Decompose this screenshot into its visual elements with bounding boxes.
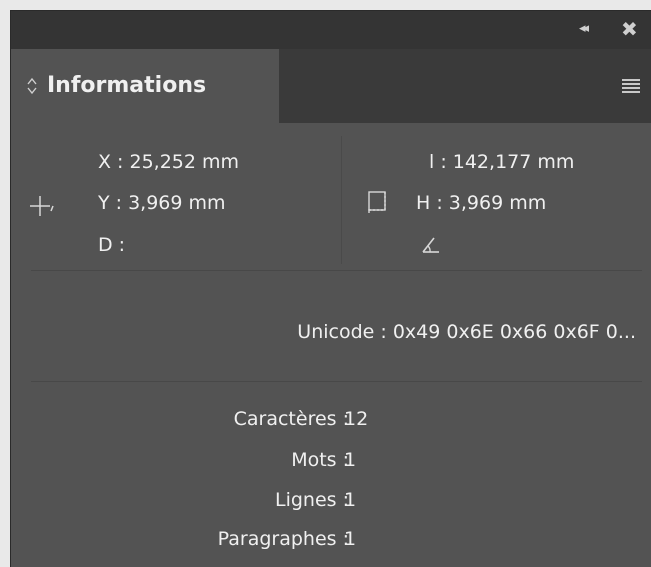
- up-down-arrows-icon: [27, 77, 37, 95]
- x-position: X : 25,252 mm: [98, 151, 240, 173]
- panel-tabbar: Informations: [11, 49, 651, 123]
- info-panel: ◂◂ ✖ Informations X : 25,252 mm Y : 3,96…: [10, 10, 651, 567]
- characters-label: Caractères :: [233, 408, 349, 430]
- lines-value: 1: [344, 489, 357, 511]
- y-position: Y : 3,969 mm: [98, 192, 226, 214]
- lines-label: Lignes :: [275, 489, 349, 511]
- bounding-box-icon: [368, 191, 386, 213]
- section-divider: [31, 381, 642, 382]
- hamburger-menu-icon[interactable]: [622, 79, 640, 93]
- section-divider-vertical: [341, 136, 342, 264]
- height-value: H : 3,969 mm: [416, 192, 547, 214]
- section-divider: [31, 270, 642, 271]
- close-icon[interactable]: ✖: [621, 17, 638, 41]
- words-label: Mots :: [291, 449, 349, 471]
- unicode-value: Unicode : 0x49 0x6E 0x66 0x6F 0...: [297, 321, 636, 343]
- distance: D :: [98, 234, 126, 256]
- tab-informations[interactable]: Informations: [11, 49, 279, 123]
- panel-titlebar: ◂◂ ✖: [11, 11, 651, 49]
- paragraphs-value: 1: [344, 528, 357, 550]
- width-value: l : 142,177 mm: [429, 151, 575, 173]
- words-value: 1: [344, 449, 357, 471]
- angle-icon: [422, 237, 439, 253]
- collapse-panel-icon[interactable]: ◂◂: [579, 21, 589, 36]
- characters-value: 12: [344, 408, 369, 430]
- paragraphs-label: Paragraphes :: [217, 528, 349, 550]
- crosshair-icon: [30, 196, 54, 216]
- tab-title: Informations: [47, 73, 207, 98]
